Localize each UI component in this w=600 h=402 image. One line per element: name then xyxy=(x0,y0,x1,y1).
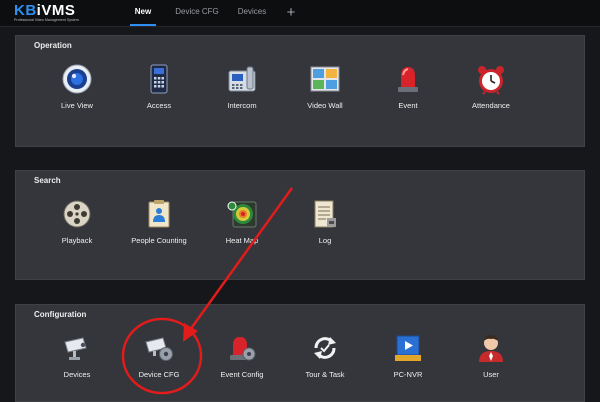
tab-device-cfg[interactable]: Device CFG xyxy=(170,0,224,26)
device-cfg-button[interactable]: Device CFG xyxy=(117,332,201,394)
people-counting-icon xyxy=(148,200,170,228)
event-alarm-icon xyxy=(398,67,418,92)
attendance-label: Attendance xyxy=(472,101,510,110)
live-view-button[interactable]: Live View xyxy=(35,63,119,125)
event-config-icon xyxy=(230,337,256,361)
top-bar: KBiVMS Professional Video Management Sys… xyxy=(0,0,600,27)
people-counting-label: People Counting xyxy=(131,236,187,245)
people-counting-button[interactable]: People Counting xyxy=(117,198,201,260)
section-title-configuration: Configuration xyxy=(34,310,87,319)
pc-nvr-button[interactable]: PC-NVR xyxy=(366,332,450,394)
event-config-button[interactable]: Event Config xyxy=(200,332,284,394)
user-icon xyxy=(479,335,503,362)
event-button[interactable]: Event xyxy=(366,63,450,125)
log-icon xyxy=(314,200,336,228)
pc-nvr-icon xyxy=(395,335,421,361)
access-button[interactable]: Access xyxy=(117,63,201,125)
tab-devices[interactable]: Devices xyxy=(230,0,274,26)
device-cfg-label: Device CFG xyxy=(138,370,180,379)
pc-nvr-label: PC-NVR xyxy=(393,370,423,379)
tour-task-icon xyxy=(314,337,336,359)
operation-panel: Operation Live View Access Intercom Vide… xyxy=(15,35,585,147)
user-button[interactable]: User xyxy=(449,332,533,394)
logo-subtitle: Professional Video Management System xyxy=(14,18,79,22)
access-label: Access xyxy=(146,101,172,110)
devices-label: Devices xyxy=(63,370,91,379)
user-label: User xyxy=(483,370,499,379)
heat-map-label: Heat Map xyxy=(225,236,259,245)
tab-new[interactable]: New xyxy=(126,0,160,26)
event-config-label: Event Config xyxy=(220,370,264,379)
video-wall-label: Video Wall xyxy=(307,101,343,110)
heat-map-button[interactable]: Heat Map xyxy=(200,198,284,260)
live-view-label: Live View xyxy=(61,101,93,110)
tour-task-button[interactable]: Tour & Task xyxy=(283,332,367,394)
intercom-icon xyxy=(228,66,256,92)
access-icon xyxy=(150,64,168,94)
event-label: Event xyxy=(398,101,418,110)
section-title-search: Search xyxy=(34,176,61,185)
camera-settings-icon xyxy=(145,337,173,361)
log-button[interactable]: Log xyxy=(283,198,367,260)
section-title-operation: Operation xyxy=(34,41,72,50)
devices-button[interactable]: Devices xyxy=(35,332,119,394)
camera-icon xyxy=(64,337,87,360)
intercom-label: Intercom xyxy=(227,101,257,110)
video-wall-icon xyxy=(310,66,340,92)
playback-button[interactable]: Playback xyxy=(35,198,119,260)
video-wall-button[interactable]: Video Wall xyxy=(283,63,367,125)
app-logo: KBiVMS Professional Video Management Sys… xyxy=(14,2,79,22)
alarm-clock-icon xyxy=(478,66,504,95)
add-tab-icon[interactable]: + xyxy=(282,0,300,26)
configuration-panel: Configuration Devices Device CFG Event C… xyxy=(15,304,585,402)
film-reel-icon xyxy=(63,200,91,228)
tour-task-label: Tour & Task xyxy=(305,370,345,379)
intercom-button[interactable]: Intercom xyxy=(200,63,284,125)
playback-label: Playback xyxy=(61,236,93,245)
attendance-button[interactable]: Attendance xyxy=(449,63,533,125)
search-panel: Search Playback People Counting Heat Map… xyxy=(15,170,585,280)
log-label: Log xyxy=(318,236,332,245)
live-view-icon xyxy=(62,64,92,94)
heat-map-icon xyxy=(227,201,257,228)
